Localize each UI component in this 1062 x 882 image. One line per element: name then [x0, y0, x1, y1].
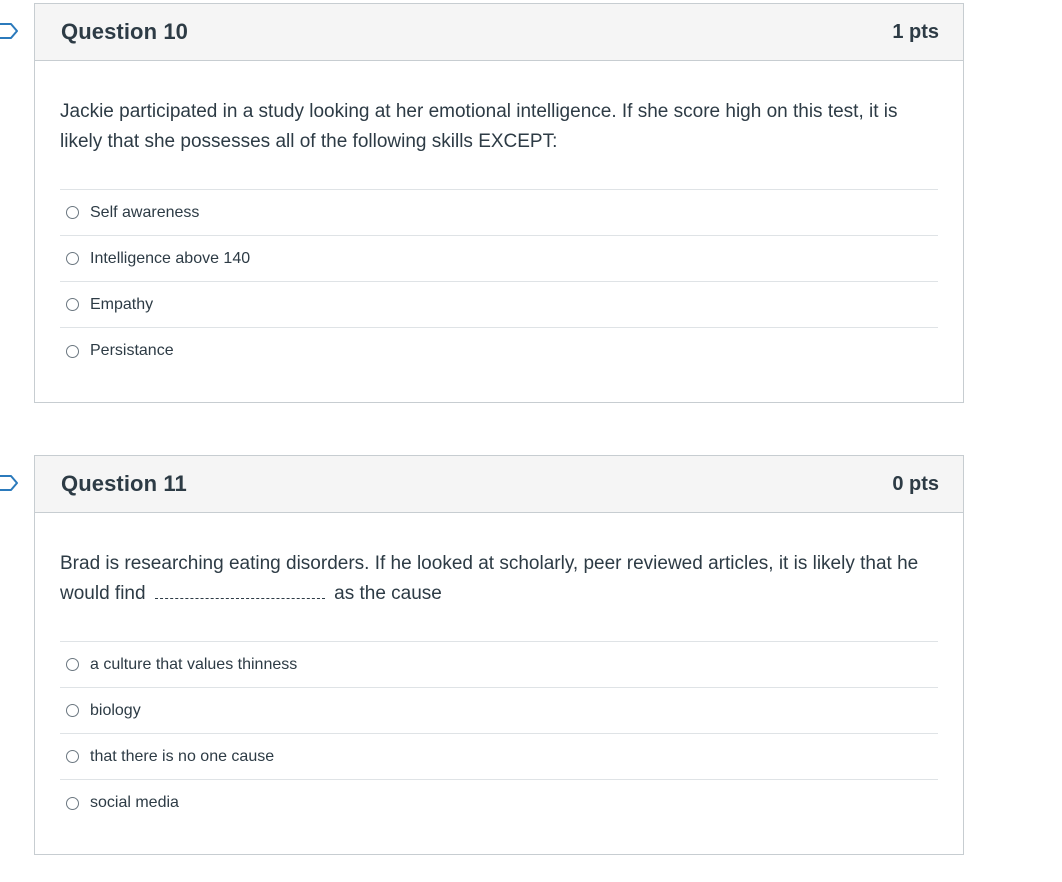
answer-list: Self awareness Intelligence above 140 Em… — [60, 189, 938, 374]
radio-button-icon[interactable] — [66, 704, 79, 717]
question-text-after: as the cause — [334, 583, 442, 604]
question-text: Brad is researching eating disorders. If… — [60, 549, 938, 609]
answer-label: a culture that values thinness — [90, 655, 298, 673]
radio-button-icon[interactable] — [66, 298, 79, 311]
answer-option[interactable]: that there is no one cause — [60, 734, 938, 780]
flag-question-icon[interactable] — [0, 475, 19, 491]
answer-label: Empathy — [90, 295, 154, 313]
answer-option[interactable]: Self awareness — [60, 190, 938, 236]
answer-list: a culture that values thinness biology t… — [60, 641, 938, 826]
answer-option[interactable]: a culture that values thinness — [60, 642, 938, 688]
question-points: 1 pts — [892, 20, 939, 43]
answer-option[interactable]: Empathy — [60, 282, 938, 328]
answer-option[interactable]: biology — [60, 688, 938, 734]
question-title: Question 10 — [61, 19, 189, 44]
radio-button-icon[interactable] — [66, 252, 79, 265]
answer-label: Self awareness — [90, 203, 200, 221]
question-body: Jackie participated in a study looking a… — [35, 61, 963, 374]
question-header: Question 11 0 pts — [35, 456, 963, 513]
radio-button-icon[interactable] — [66, 344, 79, 358]
answer-label: social media — [90, 794, 179, 811]
question-body: Brad is researching eating disorders. If… — [35, 513, 963, 826]
answer-label: Persistance — [90, 342, 174, 359]
answer-label: Intelligence above 140 — [90, 249, 251, 267]
question-card: Question 10 1 pts Jackie participated in… — [34, 3, 964, 403]
answer-label: biology — [90, 701, 141, 719]
quiz-page: Question 10 1 pts Jackie participated in… — [0, 0, 1062, 882]
radio-button-icon[interactable] — [66, 750, 79, 763]
question-points: 0 pts — [892, 472, 939, 495]
fill-in-blank — [154, 584, 325, 599]
answer-option[interactable]: Persistance — [60, 328, 938, 374]
question-card: Question 11 0 pts Brad is researching ea… — [34, 455, 964, 855]
question-title: Question 11 — [61, 471, 187, 496]
question-header: Question 10 1 pts — [35, 4, 963, 61]
radio-button-icon[interactable] — [66, 206, 79, 219]
question-text: Jackie participated in a study looking a… — [60, 101, 898, 152]
radio-button-icon[interactable] — [66, 796, 79, 810]
answer-label: that there is no one cause — [90, 747, 275, 765]
answer-option[interactable]: social media — [60, 780, 938, 826]
answer-option[interactable]: Intelligence above 140 — [60, 236, 938, 282]
radio-button-icon[interactable] — [66, 658, 79, 671]
flag-question-icon[interactable] — [0, 23, 19, 39]
